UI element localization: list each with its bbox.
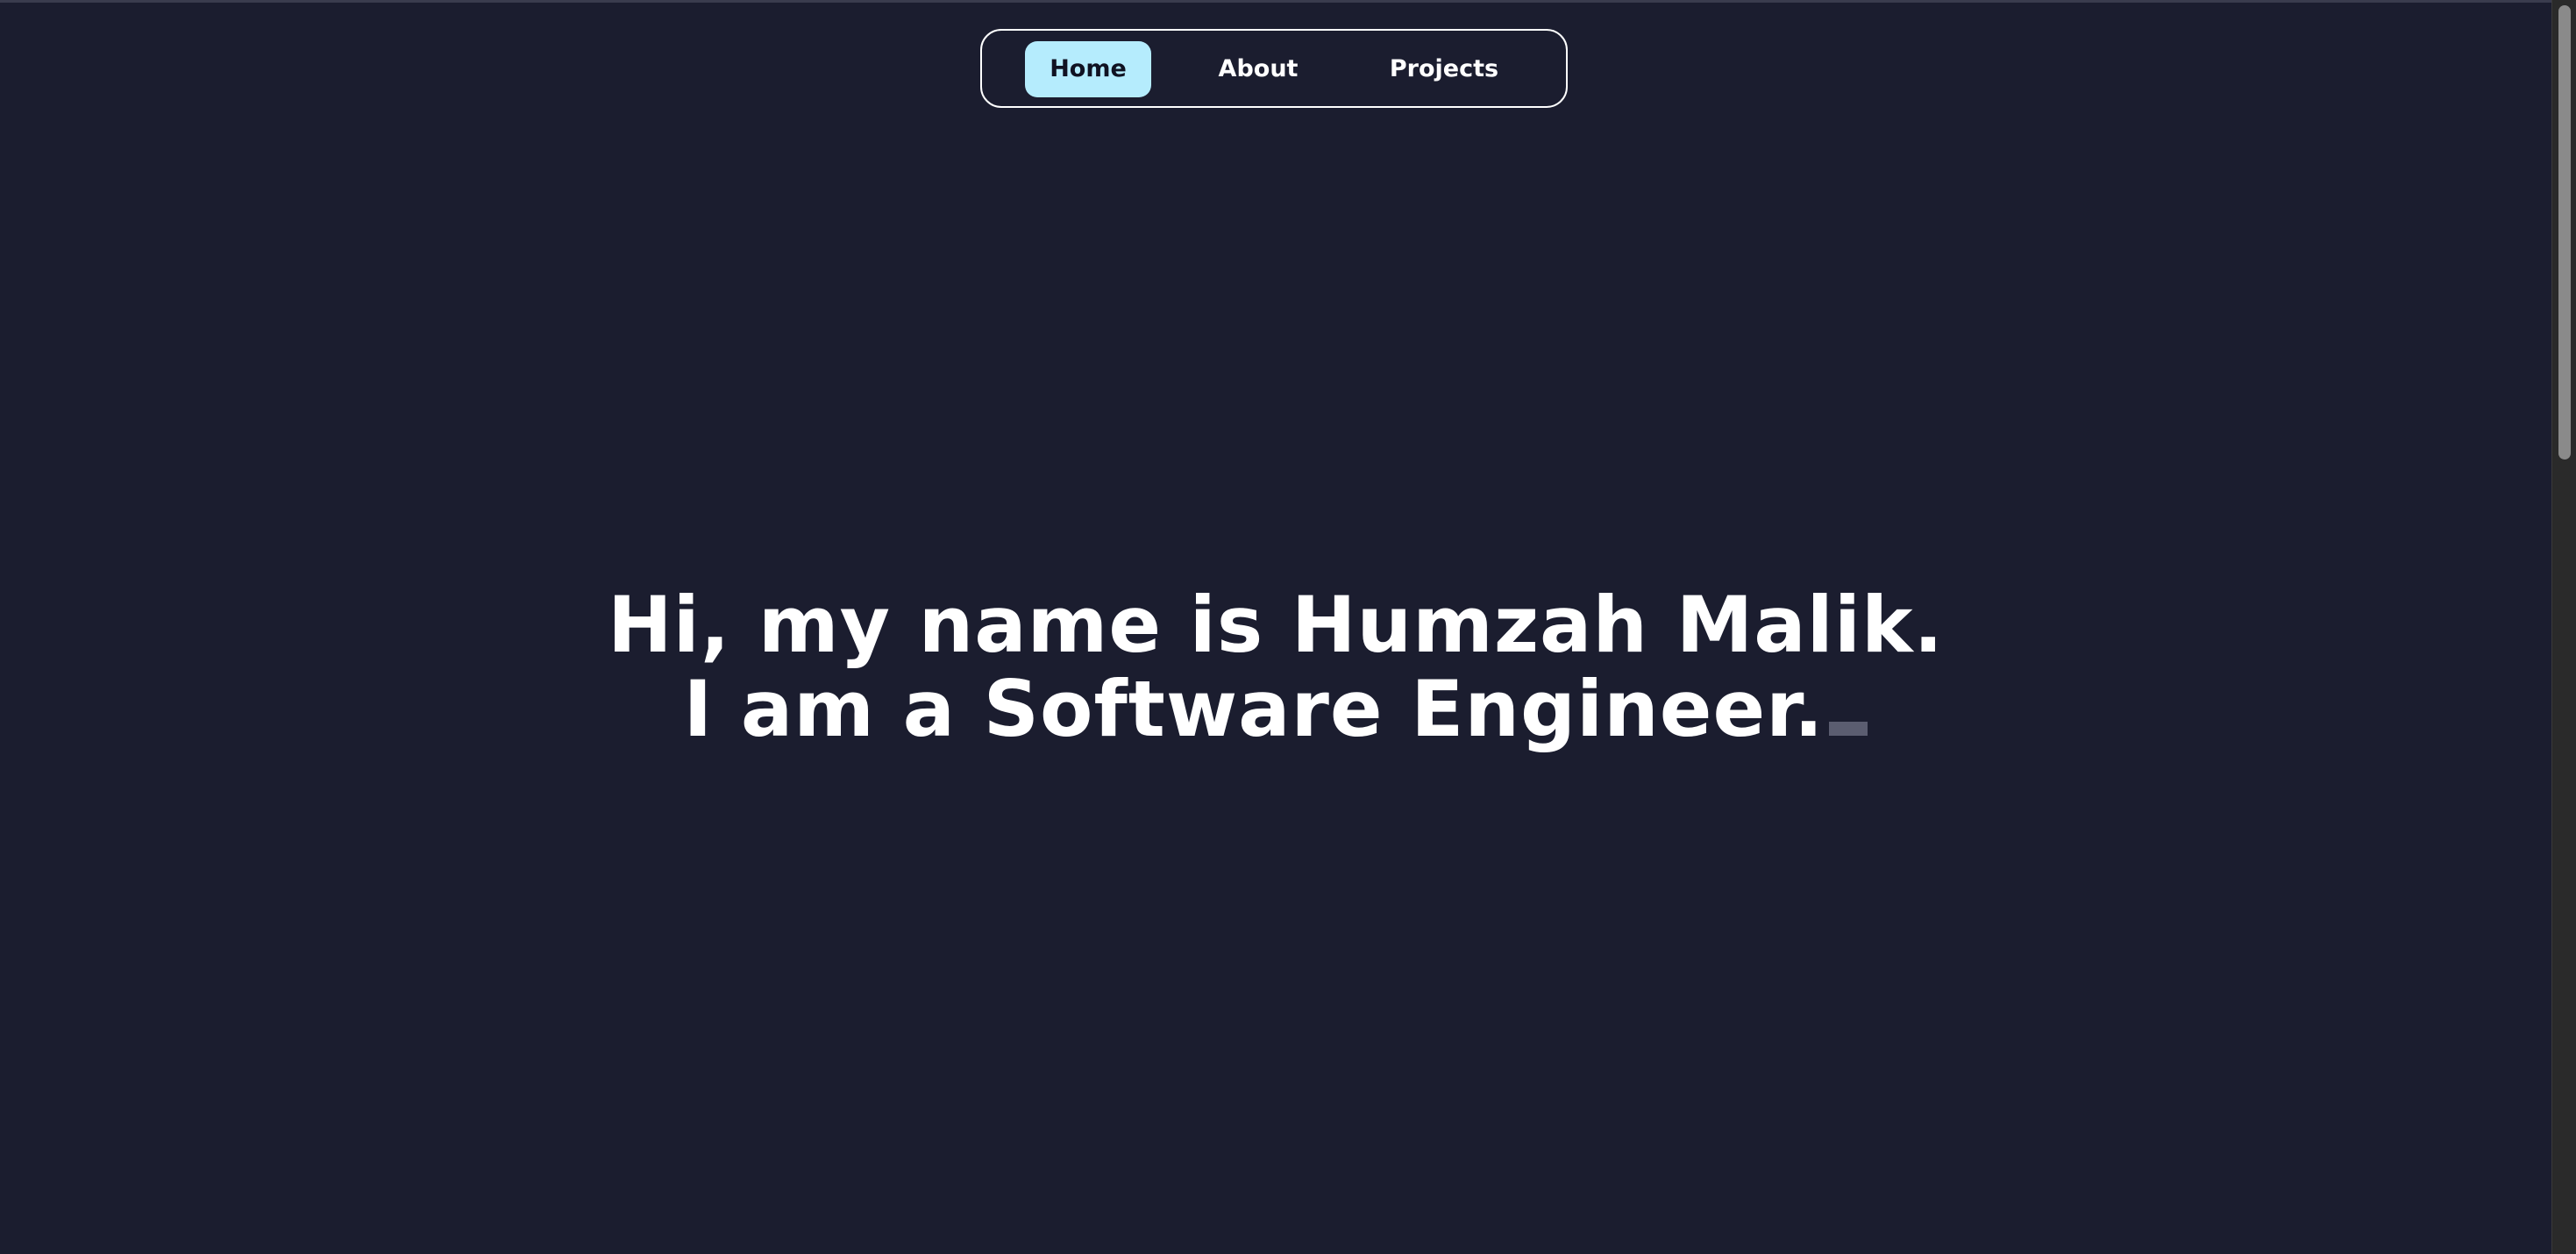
main-nav: Home About Projects <box>980 29 1568 108</box>
nav-home-button[interactable]: Home <box>1025 41 1151 97</box>
nav-projects-button[interactable]: Projects <box>1371 41 1517 97</box>
typing-cursor <box>1829 722 1868 736</box>
hero-role-text: I am a Software Engineer. <box>683 664 1825 754</box>
scrollbar-thumb[interactable] <box>2558 5 2571 460</box>
hero-heading: Hi, my name is Humzah Malik. I am a Soft… <box>0 583 2551 752</box>
nav-about-button[interactable]: About <box>1198 41 1319 97</box>
vertical-scrollbar[interactable] <box>2551 0 2576 1254</box>
window-top-edge <box>0 0 2551 3</box>
hero-line-intro: Hi, my name is Humzah Malik. <box>0 583 2551 667</box>
hero-intro-text: Hi, my name is Humzah Malik. <box>608 580 1944 670</box>
hero-line-role: I am a Software Engineer. <box>0 667 2551 752</box>
